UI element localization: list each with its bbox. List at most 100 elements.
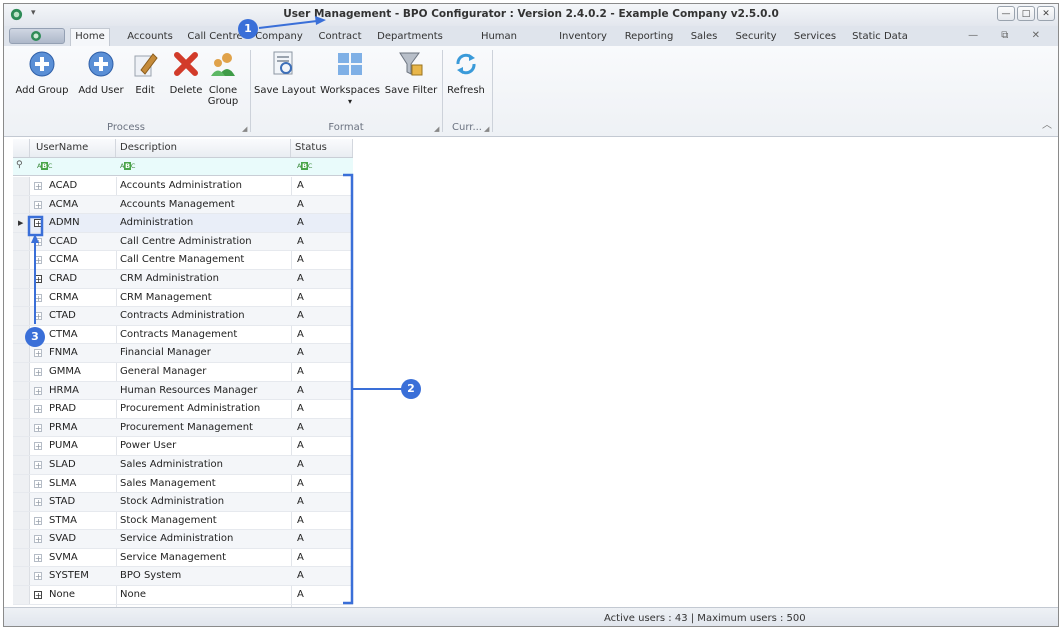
tab-accounts[interactable]: Accounts <box>122 29 178 46</box>
table-row[interactable]: + GMMA General Manager A <box>13 362 353 382</box>
table-row[interactable]: + STAD Stock Administration A <box>13 493 353 512</box>
tab-contract[interactable]: Contract <box>316 29 364 46</box>
row-indicator[interactable] <box>13 177 30 195</box>
tab-services[interactable]: Services <box>790 29 840 46</box>
table-row[interactable]: + CRMA CRM Management A <box>13 288 353 308</box>
workspaces-button[interactable]: Workspaces ▾ <box>320 50 380 107</box>
row-indicator[interactable] <box>13 269 30 288</box>
tab-inventory[interactable]: Inventory <box>556 29 610 46</box>
expand-row-icon[interactable]: + <box>34 460 42 469</box>
expand-row-icon[interactable]: + <box>34 219 42 228</box>
tab-home[interactable]: Home <box>70 28 110 47</box>
row-indicator[interactable]: ▶ <box>13 214 30 232</box>
row-indicator[interactable] <box>13 232 30 251</box>
row-indicator[interactable] <box>13 307 30 325</box>
row-indicator[interactable] <box>13 418 30 437</box>
table-row[interactable]: + PRMA Procurement Management A <box>13 418 353 438</box>
expand-row-icon[interactable]: + <box>34 423 42 432</box>
expand-row-icon[interactable]: + <box>34 274 42 283</box>
add-group-button[interactable]: Add Group <box>12 50 72 96</box>
row-indicator[interactable] <box>13 511 30 530</box>
tab-call-centre[interactable]: Call Centre <box>184 29 246 46</box>
row-indicator[interactable] <box>13 381 30 400</box>
filter-condition-icon[interactable]: ABC <box>37 162 52 170</box>
expand-row-icon[interactable]: + <box>34 535 42 544</box>
save-filter-button[interactable]: Save Filter <box>384 50 438 96</box>
table-row[interactable]: +CTMAContracts ManagementA <box>13 325 353 345</box>
column-header-username[interactable]: UserName <box>30 139 116 157</box>
row-indicator[interactable] <box>13 288 30 307</box>
expand-row-icon[interactable]: + <box>34 256 42 265</box>
row-indicator[interactable] <box>13 530 30 548</box>
expand-row-icon[interactable]: + <box>34 312 42 321</box>
row-indicator[interactable] <box>13 251 30 269</box>
expand-row-icon[interactable]: + <box>34 442 42 451</box>
collapse-ribbon-icon[interactable]: ︿ <box>1042 116 1052 131</box>
expand-row-icon[interactable]: + <box>34 591 42 600</box>
tab-static-data[interactable]: Static Data <box>850 29 910 46</box>
tab-sales[interactable]: Sales <box>688 29 720 46</box>
table-row[interactable]: + SYSTEM BPO System A <box>13 567 353 587</box>
row-indicator[interactable] <box>13 493 30 511</box>
row-indicator[interactable] <box>13 548 30 567</box>
close-button[interactable]: ✕ <box>1037 6 1055 21</box>
filter-condition-icon[interactable]: ABC <box>297 162 312 170</box>
table-row[interactable]: + ACMA Accounts Management A <box>13 195 353 215</box>
table-row[interactable]: + CCAD Call Centre Administration A <box>13 232 353 252</box>
row-indicator[interactable] <box>13 455 30 474</box>
table-row[interactable]: + PUMA Power User A <box>13 437 353 456</box>
expand-row-icon[interactable]: + <box>34 349 42 358</box>
refresh-button[interactable]: Refresh <box>446 50 486 96</box>
expand-row-icon[interactable]: + <box>34 479 42 488</box>
dialog-launcher-icon[interactable]: ◢ <box>434 125 439 133</box>
tab-departments[interactable]: Departments <box>376 29 444 46</box>
expand-row-icon[interactable]: + <box>34 516 42 525</box>
row-indicator[interactable] <box>13 437 30 455</box>
add-user-button[interactable]: Add User <box>76 50 126 96</box>
clone-group-button[interactable]: Clone Group <box>206 50 240 107</box>
mdi-window-controls[interactable]: — ⧉ ✕ <box>968 30 1050 41</box>
table-row[interactable]: + ACAD Accounts Administration A <box>13 177 353 196</box>
dialog-launcher-icon[interactable]: ◢ <box>484 125 489 133</box>
table-row[interactable]: + CRAD CRM Administration A <box>13 269 353 289</box>
table-row[interactable]: + None None A <box>13 586 353 605</box>
expand-row-icon[interactable]: + <box>34 498 42 507</box>
edit-button[interactable]: Edit <box>128 50 162 96</box>
delete-button[interactable]: Delete <box>166 50 206 96</box>
save-layout-button[interactable]: Save Layout <box>254 50 316 96</box>
expand-row-icon[interactable]: + <box>34 386 42 395</box>
expand-row-icon[interactable]: + <box>34 293 42 302</box>
table-row[interactable]: ▶ + ADMN Administration A <box>13 214 353 233</box>
expand-row-icon[interactable]: + <box>34 237 42 246</box>
table-row[interactable]: + SLMA Sales Management A <box>13 474 353 494</box>
tab-human-resources[interactable]: Human Resources <box>456 29 542 58</box>
maximize-button[interactable]: □ <box>1017 6 1035 21</box>
table-row[interactable]: + PRAD Procurement Administration A <box>13 400 353 419</box>
expand-row-icon[interactable]: + <box>34 405 42 414</box>
tab-company[interactable]: Company <box>254 29 304 46</box>
expand-row-icon[interactable]: + <box>34 572 42 581</box>
expand-row-icon[interactable]: + <box>34 200 42 209</box>
table-row[interactable]: + CCMA Call Centre Management A <box>13 251 353 270</box>
table-row[interactable]: + HRMA Human Resources Manager A <box>13 381 353 401</box>
row-indicator[interactable] <box>13 344 30 362</box>
table-row[interactable]: + SVAD Service Administration A <box>13 530 353 549</box>
minimize-button[interactable]: — <box>997 6 1015 21</box>
table-row[interactable]: + SVMA Service Management A <box>13 548 353 568</box>
row-indicator[interactable] <box>13 195 30 214</box>
filter-condition-icon[interactable]: ABC <box>120 162 135 170</box>
row-indicator[interactable] <box>13 474 30 493</box>
tab-reporting[interactable]: Reporting <box>622 29 676 46</box>
table-row[interactable]: + CTAD Contracts Administration A <box>13 307 353 326</box>
row-indicator[interactable] <box>13 567 30 586</box>
column-header-status[interactable]: Status <box>291 139 353 157</box>
row-indicator[interactable] <box>13 586 30 604</box>
table-row[interactable]: + SLAD Sales Administration A <box>13 455 353 475</box>
expand-row-icon[interactable]: + <box>34 553 42 562</box>
expand-row-icon[interactable]: + <box>34 367 42 376</box>
expand-row-icon[interactable]: + <box>34 182 42 191</box>
row-indicator[interactable] <box>13 400 30 418</box>
auto-filter-row[interactable]: ⚲ ABC ABC ABC <box>13 158 353 176</box>
table-row[interactable]: + FNMA Financial Manager A <box>13 344 353 363</box>
column-header-description[interactable]: Description <box>116 139 291 157</box>
